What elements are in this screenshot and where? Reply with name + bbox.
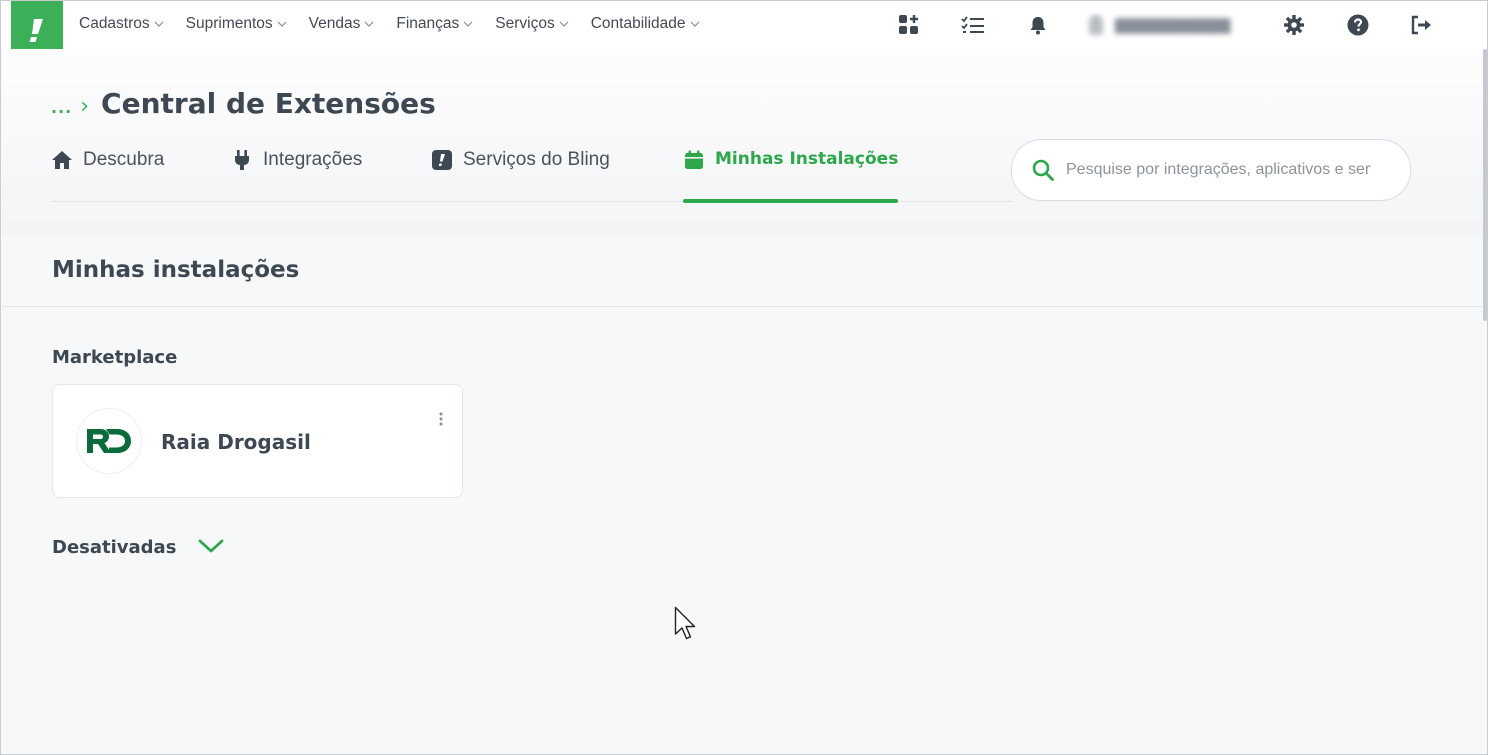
section-title: Minhas instalações [52,257,300,283]
divider [2,306,1486,307]
search-box[interactable] [1011,139,1411,201]
user-icon [1089,15,1103,35]
group-label-marketplace: Marketplace [52,347,178,368]
tab-integracoes[interactable]: Integrações [231,149,362,201]
menu-label: Suprimentos [185,15,273,32]
app-card-raia-drogasil[interactable]: Raia Drogasil [52,384,463,498]
tab-label: Descubra [83,149,165,170]
tab-label: Minhas Instalações [715,149,899,169]
apps-grid-icon[interactable] [897,13,921,37]
deactivated-label: Desativadas [52,537,177,558]
chevron-down-icon [559,20,569,28]
tab-label: Integrações [263,149,363,170]
menu-label: Cadastros [79,15,150,32]
menu-contabilidade[interactable]: Contabilidade [591,15,700,33]
bling-icon [431,149,453,171]
logout-icon[interactable] [1410,13,1434,37]
chevron-down-icon [690,20,700,28]
menu-vendas[interactable]: Vendas [309,15,375,33]
breadcrumb: ... › Central de Extensões [51,87,436,120]
breadcrumb-separator: › [80,94,90,119]
user-name-blurred: ▇▇▇▇▇▇▇▇▇▇ [1115,17,1231,34]
raia-drogasil-logo-icon [87,429,131,453]
tabs-bar: Descubra Integrações Serviços do Bling M… [51,149,1013,203]
bell-icon[interactable] [1026,13,1050,37]
home-icon [51,149,73,171]
menu-label: Finanças [396,15,460,32]
menu-suprimentos[interactable]: Suprimentos [186,15,287,33]
chevron-down-icon [277,20,287,28]
help-icon[interactable] [1346,13,1370,37]
user-profile[interactable]: ▇▇▇▇▇▇▇▇▇▇ [1089,13,1249,37]
menu-servicos[interactable]: Serviços [495,15,569,33]
plug-icon [231,149,253,171]
bling-logo-icon [29,18,43,42]
mouse-cursor-icon [674,606,700,648]
menu-cadastros[interactable]: Cadastros [79,15,164,33]
menu-label: Serviços [495,15,555,32]
menu-label: Contabilidade [590,15,686,32]
page-title: Central de Extensões [101,87,436,120]
deactivated-toggle[interactable]: Desativadas [52,537,224,558]
tab-servicos-do-bling[interactable]: Serviços do Bling [431,149,610,201]
scrollbar[interactable] [1483,49,1487,321]
kebab-menu-icon[interactable] [431,407,451,431]
app-logo [76,408,142,474]
top-navbar: Cadastros Suprimentos Vendas Finanças Se… [1,1,1487,58]
menu-financas[interactable]: Finanças [396,15,473,33]
search-icon [1032,159,1054,181]
app-name: Raia Drogasil [161,430,311,454]
menu-label: Vendas [308,15,361,32]
calendar-icon [683,149,705,171]
chevron-down-icon [463,20,473,28]
main-menu: Cadastros Suprimentos Vendas Finanças Se… [79,15,722,33]
tab-descubra[interactable]: Descubra [51,149,164,201]
breadcrumb-ellipsis[interactable]: ... [51,98,72,117]
chevron-down-icon [364,20,374,28]
chevron-down-icon [154,20,164,28]
gear-icon[interactable] [1282,13,1306,37]
chevron-down-icon [198,538,224,558]
checklist-icon[interactable] [961,13,985,37]
tab-minhas-instalacoes[interactable]: Minhas Instalações [683,149,899,203]
search-input[interactable] [1064,160,1373,180]
tab-label: Serviços do Bling [463,149,610,170]
